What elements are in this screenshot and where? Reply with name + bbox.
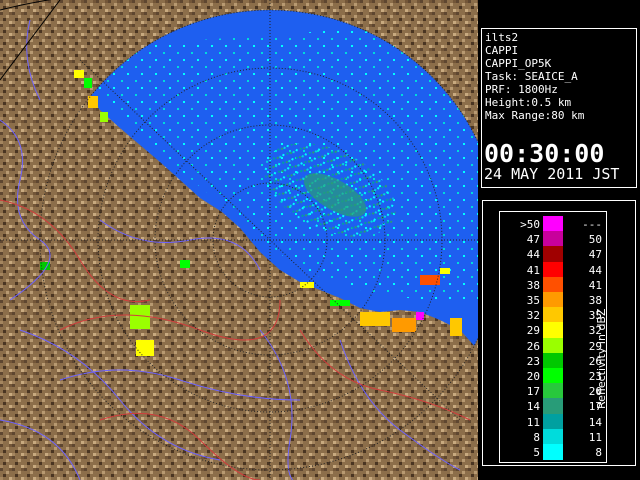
legend-swatch (543, 444, 563, 460)
prf-label: PRF: 1800Hz (485, 83, 558, 96)
legend-swatch (543, 337, 563, 354)
legend-swatch (543, 276, 563, 293)
legend-lower-bound: 5 (533, 446, 540, 459)
task-label: Task: SEAICE_A (485, 70, 578, 83)
legend-swatch (543, 216, 563, 232)
legend-upper-bound: 8 (595, 446, 602, 459)
legend-swatch (543, 398, 563, 415)
legend-row: 58 (500, 444, 606, 461)
legend-swatch (543, 261, 563, 278)
radar-map[interactable] (0, 0, 478, 480)
height-label: Height:0.5 km (485, 96, 572, 109)
product-type: CAPPI (485, 44, 519, 57)
legend-swatch (543, 413, 563, 430)
legend-swatch (543, 246, 563, 263)
legend-scale: >50 --- 47 50 44 47 41 44 38 41 35 38 32 35 29 32 26 29 23… (499, 211, 607, 463)
legend-panel: >50 --- 47 50 44 47 41 44 38 41 35 38 32 35 29 32 26 29 23… (482, 200, 636, 466)
max-range-label: Max Range:80 km (485, 109, 585, 122)
legend-swatch (543, 231, 563, 248)
legend-swatch (543, 292, 563, 308)
legend-swatch (543, 368, 563, 384)
observation-time: 00:30:00 (484, 139, 605, 168)
legend-swatch (543, 352, 563, 369)
radar-map-svg (0, 0, 478, 480)
legend-swatch (543, 383, 563, 400)
legend-unit: Reflectivity in dBZ (595, 308, 608, 409)
info-panel: ilts2 CAPPI CAPPI_OP5K Task: SEAICE_A PR… (481, 28, 637, 188)
radar-id: ilts2 (485, 31, 519, 44)
legend-swatch (543, 307, 563, 324)
legend-swatch (543, 322, 563, 339)
observation-date: 24 MAY 2011 JST (484, 165, 620, 183)
product-name: CAPPI_OP5K (485, 57, 552, 70)
legend-swatch (543, 428, 563, 445)
